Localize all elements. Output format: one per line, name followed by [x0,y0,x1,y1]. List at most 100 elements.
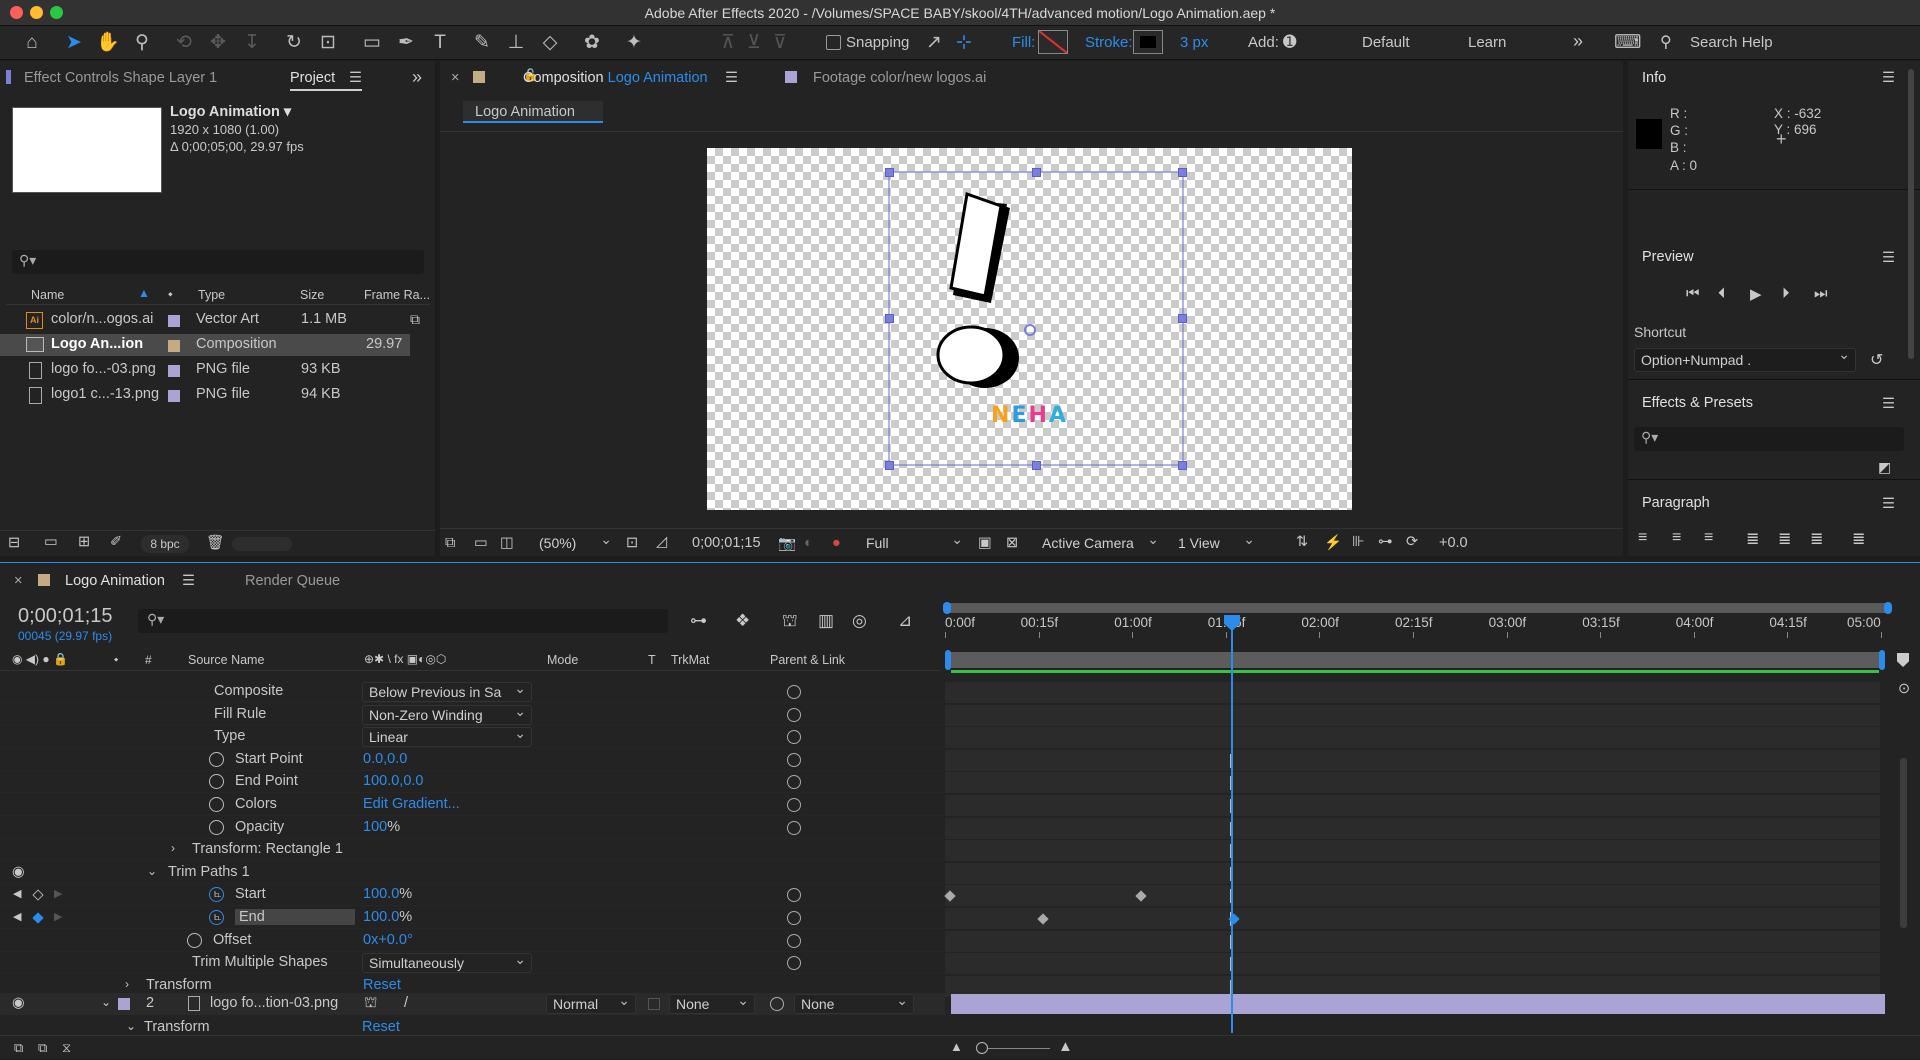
paragraph-menu-icon[interactable]: ☰ [1882,496,1895,512]
trkmat-dropdown[interactable]: None [669,992,755,1014]
adjust-settings-icon[interactable]: ✐ [110,534,122,550]
prop-value[interactable]: Edit Gradient... [363,796,460,812]
expression-pick-whip-icon[interactable] [787,798,801,812]
property-row[interactable]: Fill Rule Non-Zero Winding [0,703,945,726]
timeline-menu-icon[interactable]: ☰ [182,573,195,589]
visibility-eye-icon[interactable]: ◉ [12,864,25,880]
last-frame-icon[interactable]: ⏭ [1814,285,1828,302]
roto-brush-tool-icon[interactable]: ✿ [580,31,604,55]
snapping-checkbox[interactable] [826,35,841,50]
parent-dropdown[interactable]: None [794,992,914,1014]
dolly-tool-icon[interactable]: ↧ [240,31,264,55]
layer-duration-bar[interactable] [951,994,1885,1014]
expression-pick-whip-icon[interactable] [787,820,801,835]
resolution-dropdown[interactable]: Full [860,531,968,554]
col-frame-rate[interactable]: Frame Ra... [364,288,430,302]
bound-handle[interactable] [885,314,894,323]
zoom-out-icon[interactable]: ▲ [950,1039,963,1054]
info-title[interactable]: Info [1642,70,1666,86]
align-edge-icon[interactable]: ⊽ [768,31,792,55]
eraser-tool-icon[interactable]: ◇ [538,31,562,55]
transparency-grid-icon[interactable]: ⊠ [1006,535,1018,551]
thumbnail-slider[interactable] [232,537,292,551]
prop-value[interactable]: 100.0,0.0 [363,773,423,789]
collapse-arrow-icon[interactable]: › [125,977,129,991]
nav-start-handle[interactable] [943,602,951,614]
prop-value[interactable]: 100.0% [363,886,412,902]
work-area-navigator[interactable] [943,602,1892,614]
prop-dropdown[interactable]: Linear [362,725,532,748]
flowchart-icon[interactable]: ⊶ [1378,534,1393,550]
search-help-input[interactable]: Search Help [1690,34,1773,51]
preview-title[interactable]: Preview [1642,249,1694,265]
property-row[interactable]: ◀ ▶ ⦜ Start 100.0% [0,884,945,907]
distribute-icon[interactable]: ⊻ [742,31,766,55]
viewer-timecode[interactable]: 0;00;01;15 [692,535,761,551]
prop-value[interactable]: 100.0% [363,909,412,925]
list-item[interactable]: logo fo...-03.png PNG file 93 KB [0,359,410,381]
in-out-duration-icon[interactable]: ⧖ [62,1040,71,1056]
property-row[interactable]: Offset 0x+0.0° [0,930,945,952]
property-row[interactable]: Opacity 100% [0,817,945,839]
monitor-icon[interactable]: ▭ [474,535,488,551]
property-row[interactable]: Colors Edit Gradient... [0,794,945,816]
justify-all-icon[interactable]: ≣ [1852,529,1865,549]
timeline-scrollbar[interactable] [1900,758,1907,928]
close-timeline-icon[interactable]: × [14,573,22,589]
right-scrollbar[interactable] [1908,69,1914,359]
time-ruler[interactable]: 0:00f00:15f01:00f01:15f02:00f02:15f03:00… [945,615,1890,638]
rectangle-tool-icon[interactable]: ▭ [360,31,384,55]
prop-value[interactable]: Reset [363,977,401,993]
workspace-learn[interactable]: Learn [1468,34,1506,51]
anchor-tool-icon[interactable]: ⊡ [316,31,340,55]
property-row[interactable]: Start Point 0.0,0.0 [0,749,945,771]
visibility-eye-icon[interactable]: ◉ [12,995,25,1011]
shy-layers-icon[interactable]: ⛫ [782,611,798,633]
col-mode[interactable]: Mode [547,653,578,667]
puppet-tool-icon[interactable]: ✦ [622,31,646,55]
layer-label-color[interactable] [118,998,130,1010]
col-source-name[interactable]: Source Name [188,653,264,667]
pan-tool-icon[interactable]: ✥ [206,31,230,55]
bound-handle[interactable] [1178,168,1187,177]
type-tool-icon[interactable]: T [428,31,452,55]
timeline-icon[interactable]: ⊪ [1352,534,1365,550]
playhead-line[interactable] [1231,617,1233,1033]
toggle-pixel-aspect-icon[interactable]: ⇅ [1296,534,1308,550]
frame-blending-icon[interactable]: ▥ [818,611,834,631]
expression-pick-whip-icon[interactable] [787,707,801,722]
tab-composition[interactable]: Composition Logo Animation [523,70,708,86]
col-size[interactable]: Size [300,288,324,302]
label-color[interactable] [168,390,180,402]
next-frame-icon[interactable]: ⏵ [1782,285,1790,302]
layer-switches-icon[interactable]: ⧉ [14,1040,23,1056]
expand-arrow-icon[interactable]: ⌄ [147,864,157,878]
close-tab-icon[interactable]: × [451,70,459,86]
composition-canvas[interactable]: NEHA [707,148,1352,510]
property-row[interactable]: ◀ ▶ ⦜ End 100.0% [0,907,945,929]
view-layout-dropdown[interactable]: 1 View [1172,531,1260,554]
effects-title[interactable]: Effects & Presets [1642,395,1753,411]
shortcut-dropdown[interactable]: Option+Numpad . [1634,346,1856,372]
bound-handle[interactable] [1032,461,1041,470]
orbit-tool-icon[interactable]: ⟲ [172,31,196,55]
first-frame-icon[interactable]: ⏮ [1686,285,1700,302]
col-trkmat[interactable]: TrkMat [671,653,709,667]
property-row[interactable]: Trim Multiple Shapes Simultaneously [0,951,945,975]
prop-dropdown[interactable]: Below Previous in Sa [362,680,532,702]
hand-tool-icon[interactable]: ✋ [96,31,120,55]
trash-icon[interactable]: 🗑 [206,534,224,551]
show-snapshot-icon[interactable]: ◐ [804,535,813,551]
reset-exposure-icon[interactable]: ⟳ [1406,534,1418,550]
label-color[interactable] [168,365,180,377]
label-color[interactable] [168,340,180,352]
col-parent[interactable]: Parent & Link [770,653,845,667]
align-center-icon[interactable]: ≡ [1672,529,1681,547]
prev-keyframe-icon[interactable]: ◀ [13,887,21,900]
expression-pick-whip-icon[interactable] [787,730,801,745]
exposure-value[interactable]: +0.0 [1439,535,1468,551]
collapse-arrow-icon[interactable]: › [171,841,175,855]
effects-search-input[interactable]: ⚲▾ [1634,427,1904,451]
paragraph-title[interactable]: Paragraph [1642,495,1710,511]
stroke-swatch[interactable] [1133,30,1163,54]
